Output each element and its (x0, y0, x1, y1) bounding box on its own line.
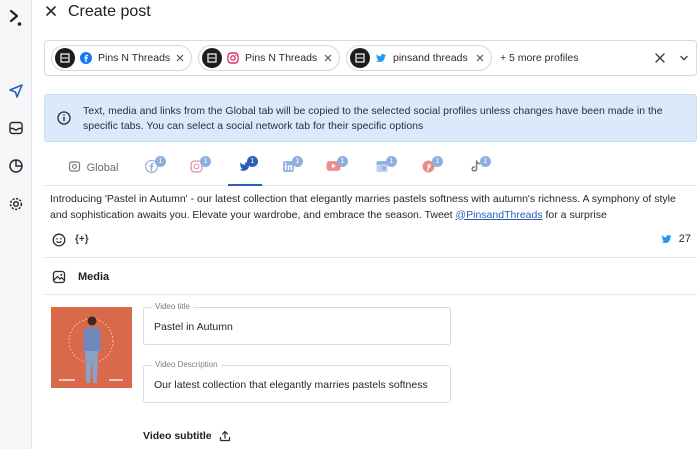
header: Create post (32, 0, 700, 26)
tab-badge: 1 (432, 156, 443, 167)
video-title-label: Video title (152, 302, 193, 311)
tab-youtube[interactable]: 1 (324, 156, 348, 186)
chevron-down-icon[interactable] (679, 53, 689, 63)
tab-facebook[interactable]: 1 (142, 156, 166, 186)
media-heading: Media (78, 271, 110, 283)
remove-chip-icon[interactable] (475, 53, 485, 63)
close-icon[interactable] (44, 4, 58, 18)
tab-twitter[interactable]: 1 (228, 156, 262, 186)
avatar (202, 48, 222, 68)
tab-badge: 1 (292, 156, 303, 167)
settings-icon[interactable] (6, 194, 26, 214)
network-tabs: Global 1 1 1 1 1 1 1 1 (44, 152, 697, 186)
video-description-field[interactable]: Video Description Our latest collection … (143, 360, 451, 403)
tab-tiktok[interactable]: 1 (467, 156, 491, 186)
tab-badge: 1 (386, 156, 397, 167)
global-icon (68, 161, 80, 172)
clear-icon[interactable] (654, 52, 666, 64)
info-icon (57, 111, 71, 125)
emoji-icon[interactable] (52, 233, 66, 247)
remove-chip-icon[interactable] (175, 53, 185, 63)
video-title-value: Pastel in Autumn (154, 321, 233, 333)
logo-icon[interactable] (6, 8, 26, 28)
instagram-icon (227, 52, 239, 64)
upload-icon[interactable] (219, 430, 231, 442)
avatar (350, 48, 370, 68)
profile-chip-twitter[interactable]: pinsand threads (346, 45, 492, 71)
inbox-icon[interactable] (6, 118, 26, 138)
post-text-tail: for a surprise (542, 208, 607, 221)
media-section-header: Media (44, 259, 697, 295)
profile-chip-facebook[interactable]: Pins N Threads (51, 45, 192, 71)
tab-instagram[interactable]: 1 (187, 156, 211, 186)
tab-badge: 1 (247, 156, 258, 167)
more-profiles-link[interactable]: + 5 more profiles (500, 52, 579, 64)
facebook-icon (80, 52, 92, 64)
profile-chip-label: Pins N Threads (245, 52, 318, 64)
tab-global-label: Global (86, 162, 119, 174)
analytics-icon[interactable] (6, 156, 26, 176)
character-count: 27 (678, 233, 691, 245)
page-title: Create post (68, 3, 151, 20)
variables-button[interactable]: {+} (75, 234, 89, 245)
tab-linkedin[interactable]: 1 (279, 156, 303, 186)
twitter-icon (375, 52, 387, 64)
video-title-field[interactable]: Video title Pastel in Autumn (143, 302, 451, 345)
video-subtitle: Video subtitle (143, 430, 231, 442)
tab-pinterest[interactable]: 1 (419, 156, 443, 186)
profile-selector[interactable]: Pins N Threads Pins N Threads pinsand th… (44, 40, 697, 76)
twitter-icon (661, 235, 672, 243)
character-counter: 27 (660, 233, 691, 245)
mention-link[interactable]: @PinsandThreads (455, 209, 542, 221)
remove-chip-icon[interactable] (323, 53, 333, 63)
tab-badge: 1 (200, 156, 211, 167)
info-banner-text: Text, media and links from the Global ta… (83, 105, 663, 132)
video-thumbnail[interactable] (51, 307, 132, 388)
tab-google-business[interactable]: 1 (373, 156, 397, 186)
image-icon (52, 270, 66, 284)
send-icon[interactable] (6, 81, 26, 101)
video-description-value: Our latest collection that elegantly mar… (154, 379, 428, 391)
profile-chip-label: pinsand threads (393, 52, 468, 64)
tab-badge: 1 (155, 156, 166, 167)
tab-badge: 1 (337, 156, 348, 167)
post-editor[interactable]: Introducing 'Pastel in Autumn' - our lat… (44, 186, 697, 258)
tab-badge: 1 (480, 156, 491, 167)
profile-chip-instagram[interactable]: Pins N Threads (198, 45, 340, 71)
info-banner: Text, media and links from the Global ta… (44, 94, 697, 142)
post-text[interactable]: Introducing 'Pastel in Autumn' - our lat… (50, 192, 690, 223)
video-description-label: Video Description (152, 360, 221, 369)
avatar (55, 48, 75, 68)
tab-global[interactable]: Global (62, 160, 124, 186)
video-subtitle-label: Video subtitle (143, 430, 212, 442)
left-rail (0, 0, 32, 449)
profile-chip-label: Pins N Threads (98, 52, 171, 64)
